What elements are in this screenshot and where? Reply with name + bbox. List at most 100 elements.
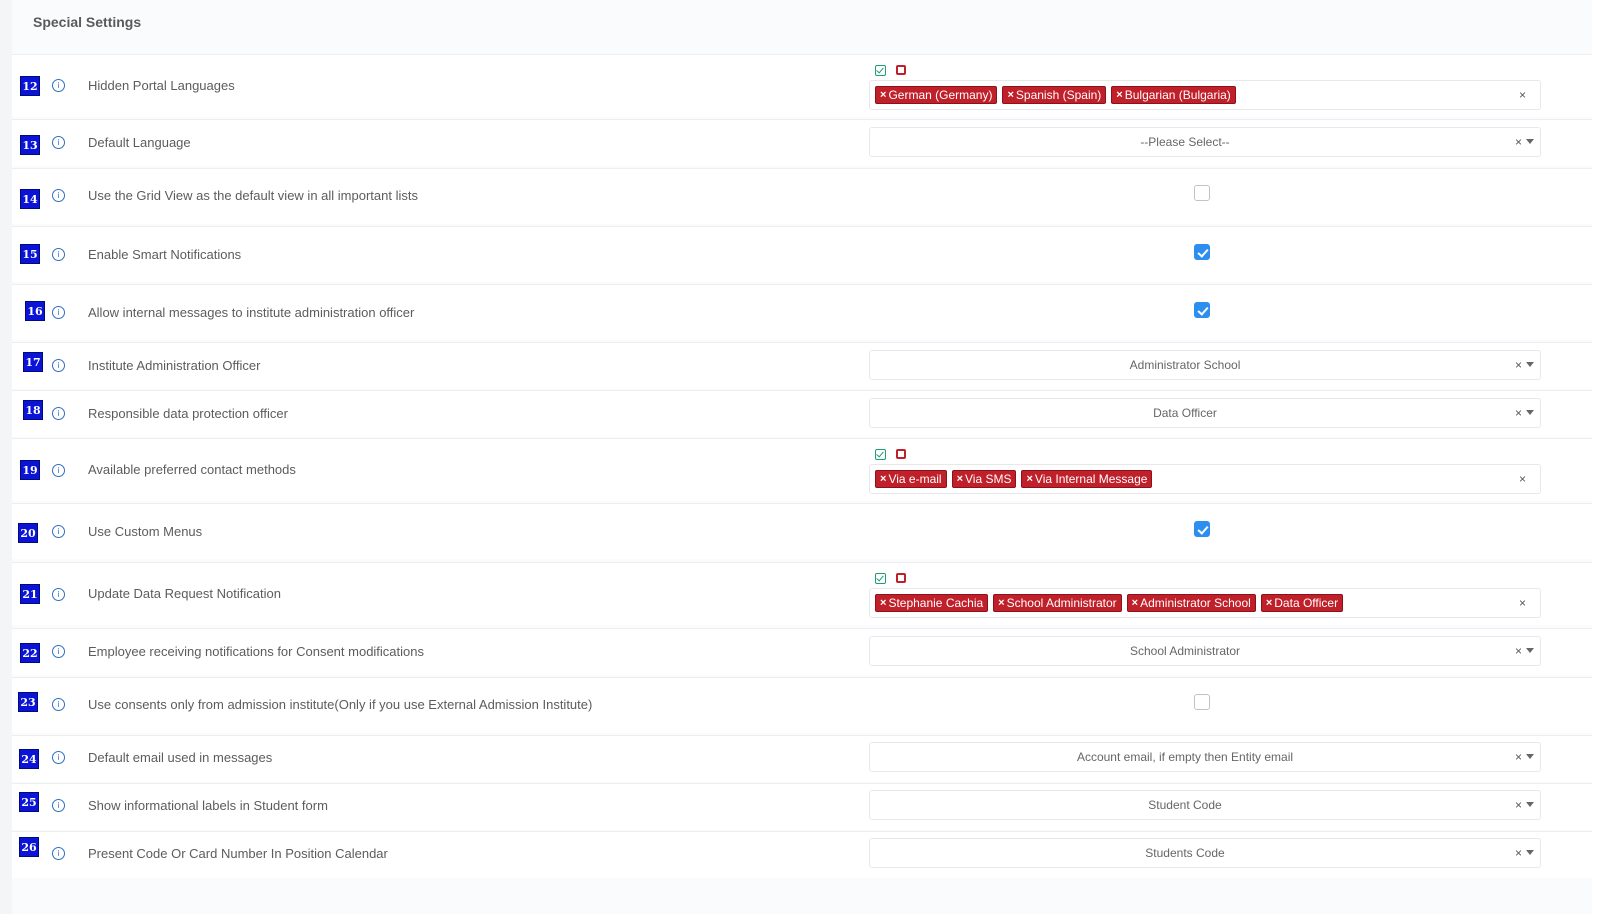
- info-icon[interactable]: i: [52, 751, 65, 764]
- informational-labels-select[interactable]: Student Code ×: [869, 790, 1541, 820]
- row-number-badge: 26: [19, 837, 39, 857]
- selected-tag[interactable]: × Spanish (Spain): [1002, 86, 1107, 104]
- select-all-icon[interactable]: [875, 449, 886, 460]
- selected-tag[interactable]: × School Administrator: [993, 594, 1122, 612]
- selected-tag[interactable]: × German (Germany): [875, 86, 998, 104]
- update-data-request-multiselect[interactable]: × Stephanie Cachia × School Administrator …: [869, 588, 1541, 618]
- contact-methods-multiselect[interactable]: × Via e-mail × Via SMS × Via Internal Messa…: [869, 464, 1541, 494]
- info-icon[interactable]: i: [52, 464, 65, 477]
- setting-label: Default Language: [88, 135, 191, 150]
- select-all-icon[interactable]: [875, 65, 886, 76]
- grid-view-default-checkbox[interactable]: [1194, 185, 1210, 201]
- setting-row-admission-consents: 23 i Use consents only from admission in…: [12, 677, 1592, 733]
- info-icon[interactable]: i: [52, 407, 65, 420]
- setting-row-custom-menus: 20 i Use Custom Menus: [12, 503, 1592, 559]
- selected-tag[interactable]: × Bulgarian (Bulgaria): [1111, 86, 1236, 104]
- clear-icon[interactable]: ×: [1515, 791, 1522, 819]
- tag-remove-icon[interactable]: ×: [957, 470, 963, 488]
- tag-remove-icon[interactable]: ×: [1266, 594, 1272, 612]
- chevron-down-icon[interactable]: [1526, 850, 1534, 855]
- info-icon[interactable]: i: [52, 189, 65, 202]
- info-icon[interactable]: i: [52, 359, 65, 372]
- clear-icon[interactable]: ×: [1515, 399, 1522, 427]
- selected-tag[interactable]: × Stephanie Cachia: [875, 594, 989, 612]
- clear-icon[interactable]: ×: [1515, 839, 1522, 867]
- default-email-select[interactable]: Account email, if empty then Entity emai…: [869, 742, 1541, 772]
- select-value: Student Code: [1148, 798, 1222, 812]
- smart-notifications-checkbox[interactable]: [1194, 244, 1210, 260]
- info-icon[interactable]: i: [52, 847, 65, 860]
- chevron-down-icon[interactable]: [1526, 648, 1534, 653]
- position-calendar-select[interactable]: Students Code ×: [869, 838, 1541, 868]
- setting-label: Present Code Or Card Number In Position …: [88, 846, 388, 861]
- setting-label: Hidden Portal Languages: [88, 78, 235, 93]
- info-icon[interactable]: i: [52, 525, 65, 538]
- setting-label: Use the Grid View as the default view in…: [88, 188, 418, 203]
- panel-title: Special Settings: [33, 14, 142, 30]
- clear-all-icon[interactable]: ×: [1519, 81, 1526, 109]
- hidden-portal-languages-multiselect[interactable]: × German (Germany) × Spanish (Spain) × Bulg…: [869, 80, 1541, 110]
- selected-tag[interactable]: × Data Officer: [1260, 594, 1344, 612]
- row-number-badge: 14: [20, 189, 40, 209]
- info-icon[interactable]: i: [52, 136, 65, 149]
- clear-icon[interactable]: ×: [1515, 128, 1522, 156]
- internal-messages-checkbox[interactable]: [1194, 302, 1210, 318]
- data-protection-officer-select[interactable]: Data Officer ×: [869, 398, 1541, 428]
- row-number-badge: 22: [20, 643, 40, 663]
- consent-notifications-select[interactable]: School Administrator ×: [869, 636, 1541, 666]
- selected-tag[interactable]: × Administrator School: [1126, 594, 1256, 612]
- deselect-all-icon[interactable]: [896, 65, 906, 75]
- info-icon[interactable]: i: [52, 799, 65, 812]
- tag-remove-icon[interactable]: ×: [880, 470, 886, 488]
- setting-label: Allow internal messages to institute adm…: [88, 305, 415, 320]
- clear-all-icon[interactable]: ×: [1519, 589, 1526, 617]
- row-number-badge: 13: [20, 135, 40, 155]
- setting-row-smart-notifications: 15 i Enable Smart Notifications: [12, 226, 1592, 282]
- info-icon[interactable]: i: [52, 588, 65, 601]
- custom-menus-checkbox[interactable]: [1194, 521, 1210, 537]
- setting-label: Use Custom Menus: [88, 524, 203, 539]
- row-number-badge: 24: [19, 749, 39, 769]
- select-value: --Please Select--: [1140, 135, 1230, 149]
- tag-remove-icon[interactable]: ×: [1026, 470, 1032, 488]
- deselect-all-icon[interactable]: [896, 573, 906, 583]
- tag-remove-icon[interactable]: ×: [1116, 86, 1122, 104]
- tag-remove-icon[interactable]: ×: [880, 86, 886, 104]
- clear-all-icon[interactable]: ×: [1519, 465, 1526, 493]
- tag-remove-icon[interactable]: ×: [880, 594, 886, 612]
- clear-icon[interactable]: ×: [1515, 743, 1522, 771]
- info-icon[interactable]: i: [52, 248, 65, 261]
- selected-tag[interactable]: × Via SMS: [951, 470, 1017, 488]
- chevron-down-icon[interactable]: [1526, 410, 1534, 415]
- chevron-down-icon[interactable]: [1526, 802, 1534, 807]
- setting-row-data-protection-officer: 18 i Responsible data protection officer…: [12, 390, 1592, 437]
- tag-remove-icon[interactable]: ×: [1007, 86, 1013, 104]
- tag-remove-icon[interactable]: ×: [1132, 594, 1138, 612]
- selected-tag[interactable]: × Via Internal Message: [1021, 470, 1153, 488]
- row-number-badge: 20: [18, 523, 38, 543]
- default-language-select[interactable]: --Please Select-- ×: [869, 127, 1541, 157]
- left-rail: [0, 0, 12, 914]
- info-icon[interactable]: i: [52, 698, 65, 711]
- setting-row-grid-view-default: 14 i Use the Grid View as the default vi…: [12, 168, 1592, 224]
- select-all-icon[interactable]: [875, 573, 886, 584]
- select-value: School Administrator: [1129, 644, 1241, 658]
- admission-consents-checkbox[interactable]: [1194, 694, 1210, 710]
- info-icon[interactable]: i: [52, 79, 65, 92]
- info-icon[interactable]: i: [52, 306, 65, 319]
- chevron-down-icon[interactable]: [1526, 754, 1534, 759]
- clear-icon[interactable]: ×: [1515, 351, 1522, 379]
- chevron-down-icon[interactable]: [1526, 139, 1534, 144]
- setting-label: Default email used in messages: [88, 750, 273, 765]
- chevron-down-icon[interactable]: [1526, 362, 1534, 367]
- tag-remove-icon[interactable]: ×: [998, 594, 1004, 612]
- info-icon[interactable]: i: [52, 645, 65, 658]
- deselect-all-icon[interactable]: [896, 449, 906, 459]
- selected-tag[interactable]: × Via e-mail: [875, 470, 947, 488]
- select-value: Administrator School: [1129, 358, 1241, 372]
- row-number-badge: 12: [20, 76, 40, 96]
- institute-admin-officer-select[interactable]: Administrator School ×: [869, 350, 1541, 380]
- clear-icon[interactable]: ×: [1515, 637, 1522, 665]
- select-value: Students Code: [1145, 846, 1225, 860]
- setting-label: Update Data Request Notification: [88, 586, 281, 601]
